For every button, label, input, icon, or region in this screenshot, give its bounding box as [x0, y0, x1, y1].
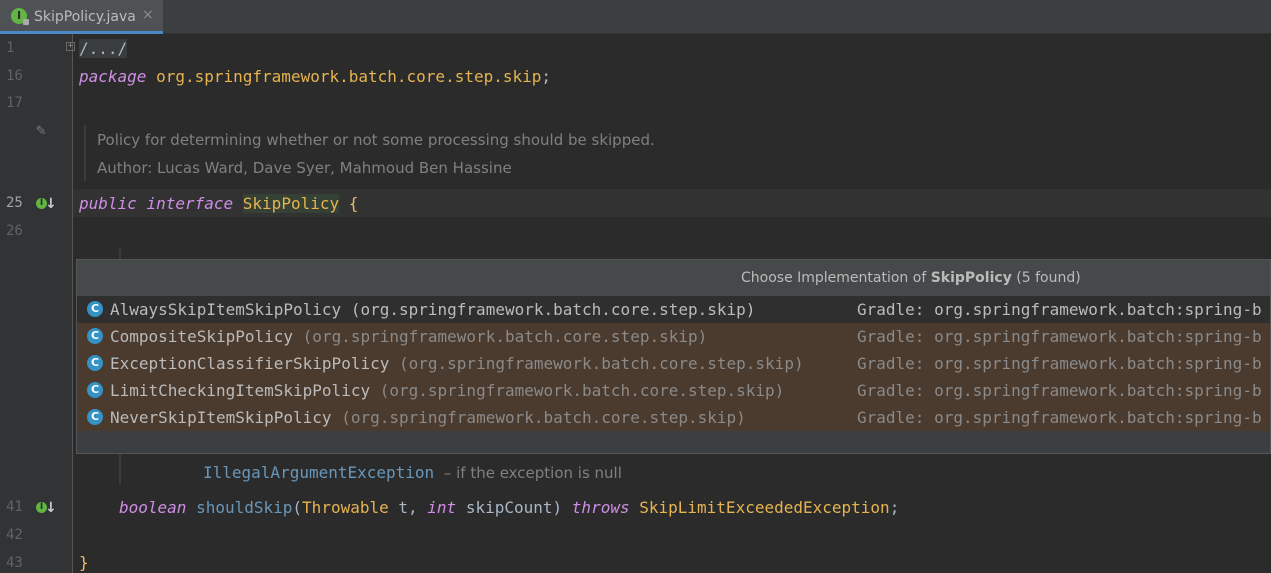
close-icon[interactable]: × — [142, 7, 154, 23]
tab-skippolicy-java[interactable]: I SkipPolicy.java × — [0, 0, 163, 34]
closing-brace: } — [79, 553, 89, 572]
class-name: ExceptionClassifierSkipPolicy — [110, 354, 390, 373]
implementation-name: ExceptionClassifierSkipPolicy (org.sprin… — [110, 354, 804, 373]
line-number: 42 — [6, 527, 23, 543]
exception-link[interactable]: IllegalArgumentException — [203, 463, 434, 482]
line-number: 43 — [6, 555, 23, 571]
implementation-item[interactable]: C NeverSkipItemSkipPolicy (org.springfra… — [77, 404, 1270, 431]
lock-icon — [23, 19, 29, 25]
param-skipcount: skipCount) — [456, 498, 563, 517]
implementation-item[interactable]: C CompositeSkipPolicy (org.springframewo… — [77, 323, 1270, 350]
keyword-interface: interface — [146, 194, 234, 213]
throws-doc-line: IllegalArgumentException – if the except… — [203, 463, 622, 482]
line-number: 17 — [6, 95, 23, 111]
close-brace: } — [79, 553, 89, 572]
exception-type[interactable]: SkipLimitExceededException — [639, 498, 889, 517]
class-icon: C — [87, 409, 103, 425]
fold-expand-icon[interactable]: + — [66, 42, 75, 51]
keyword-boolean: boolean — [119, 498, 187, 517]
class-icon: C — [87, 382, 103, 398]
choose-implementation-popup: Choose Implementation of SkipPolicy (5 f… — [76, 259, 1271, 454]
line-number: 26 — [6, 223, 23, 239]
popup-title: Choose Implementation of SkipPolicy (5 f… — [741, 270, 1081, 286]
edit-doc-icon[interactable]: ✎ — [36, 120, 46, 139]
line-number: 41 — [6, 499, 23, 515]
indent-guide — [119, 249, 121, 259]
keyword-int: int — [427, 498, 457, 517]
doc-comment-line: Policy for determining whether or not so… — [97, 131, 655, 149]
class-name: LimitCheckingItemSkipPolicy — [110, 381, 371, 400]
folded-header-comment[interactable]: /.../ — [79, 39, 128, 58]
package-declaration: package org.springframework.batch.core.s… — [79, 67, 551, 86]
package-name: (org.springframework.batch.core.step.ski… — [302, 327, 708, 346]
class-name: NeverSkipItemSkipPolicy — [110, 408, 332, 427]
interface-name[interactable]: SkipPolicy — [242, 194, 340, 213]
param-t: t, — [388, 498, 428, 517]
implementation-item[interactable]: C ExceptionClassifierSkipPolicy (org.spr… — [77, 350, 1270, 377]
interface-declaration: public interface SkipPolicy { — [79, 194, 358, 213]
keyword-package: package — [79, 67, 147, 86]
open-brace: { — [348, 194, 359, 213]
package-name: (org.springframework.batch.core.step.ski… — [350, 300, 756, 319]
semicolon: ; — [889, 498, 900, 517]
line-number: 1 — [6, 40, 15, 56]
package-name: org.springframework.batch.core.step.skip — [156, 67, 542, 86]
down-arrow-icon[interactable]: ↓ — [45, 500, 57, 516]
class-icon: C — [87, 328, 103, 344]
line-number: 25 — [6, 195, 23, 211]
package-name: (org.springframework.batch.core.step.ski… — [341, 408, 746, 427]
tab-title: SkipPolicy.java — [34, 9, 136, 25]
indent-guide — [119, 454, 121, 484]
package-name: (org.springframework.batch.core.step.ski… — [399, 354, 804, 373]
implementation-item[interactable]: C AlwaysSkipItemSkipPolicy (org.springfr… — [77, 296, 1270, 323]
class-icon: C — [87, 301, 103, 317]
implementation-name: NeverSkipItemSkipPolicy (org.springframe… — [110, 408, 746, 427]
doc-comment-bar — [84, 125, 86, 181]
popup-title-type: SkipPolicy — [930, 270, 1012, 286]
param-type-throwable[interactable]: Throwable — [302, 498, 389, 517]
line-number-gutter: 1 16 17 ✎ 25 I ↓ 26 41 I ↓ 42 43 — [0, 34, 73, 573]
implementation-location: Gradle: org.springframework.batch:spring… — [857, 381, 1262, 400]
class-icon: C — [87, 355, 103, 371]
throws-doc-text: – if the exception is null — [443, 464, 622, 482]
keyword-throws: throws — [571, 498, 630, 517]
implementation-name: CompositeSkipPolicy (org.springframework… — [110, 327, 707, 346]
method-declaration: boolean shouldSkip(Throwable t, int skip… — [119, 498, 899, 517]
implementation-name: LimitCheckingItemSkipPolicy (org.springf… — [110, 381, 784, 400]
implementation-location: Gradle: org.springframework.batch:spring… — [857, 408, 1262, 427]
method-name[interactable]: shouldSkip — [196, 498, 292, 517]
down-arrow-icon[interactable]: ↓ — [45, 196, 57, 212]
doc-comment-author: Author: Lucas Ward, Dave Syer, Mahmoud B… — [97, 159, 512, 177]
semicolon: ; — [541, 67, 552, 86]
implementation-item[interactable]: C LimitCheckingItemSkipPolicy (org.sprin… — [77, 377, 1270, 404]
implementation-location: Gradle: org.springframework.batch:spring… — [857, 327, 1262, 346]
keyword-public: public — [79, 194, 137, 213]
class-name: CompositeSkipPolicy — [110, 327, 294, 346]
editor-tab-bar: I SkipPolicy.java × — [0, 0, 1271, 34]
popup-title-count: (5 found) — [1011, 270, 1081, 286]
implementation-name: AlwaysSkipItemSkipPolicy (org.springfram… — [110, 300, 755, 319]
class-name: AlwaysSkipItemSkipPolicy — [110, 300, 342, 319]
popup-title-prefix: Choose Implementation of — [741, 270, 931, 286]
popup-header: Choose Implementation of SkipPolicy (5 f… — [77, 260, 1270, 297]
open-paren: ( — [292, 498, 303, 517]
line-number: 16 — [6, 68, 23, 84]
implementation-location: Gradle: org.springframework.batch:spring… — [857, 354, 1262, 373]
package-name: (org.springframework.batch.core.step.ski… — [379, 381, 785, 400]
implementation-location: Gradle: org.springframework.batch:spring… — [857, 300, 1262, 319]
